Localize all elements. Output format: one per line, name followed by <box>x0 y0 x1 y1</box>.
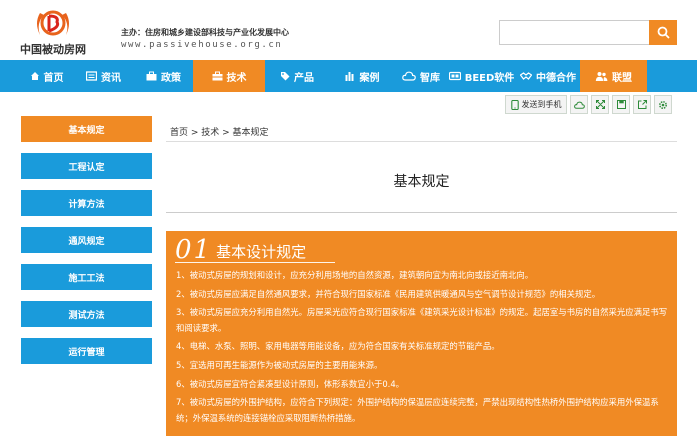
nav-item-label: 中德合作 <box>536 72 576 84</box>
sidebar-item-basic-rules[interactable]: 基本规定 <box>21 116 152 142</box>
sidebar: 基本规定 工程认定 计算方法 通风规定 施工工法 测试方法 运行管理 <box>21 116 152 375</box>
beed-icon <box>448 71 461 81</box>
nav-item-label: 技术 <box>226 72 247 84</box>
page-title: 基本规定 <box>393 174 450 190</box>
nav-item-beed-software[interactable]: BEED软件 <box>447 60 516 92</box>
tag-icon <box>281 72 290 81</box>
expand-icon <box>595 100 605 109</box>
section-heading: 01 基本设计规定 <box>175 237 306 263</box>
share-icon <box>637 100 647 109</box>
settings-button[interactable] <box>654 95 672 114</box>
title-divider <box>166 212 677 213</box>
nav-item-sino-german[interactable]: 中德合作 <box>516 60 580 92</box>
nav-item-products[interactable]: 产品 <box>265 60 329 92</box>
nav-item-label: 首页 <box>43 72 64 84</box>
nav-item-label: 智库 <box>420 72 440 84</box>
breadcrumb[interactable]: 首页 > 技术 > 基本规定 <box>170 125 269 138</box>
news-icon <box>86 71 97 81</box>
handshake-icon <box>520 72 532 80</box>
sidebar-item-test-method[interactable]: 测试方法 <box>21 301 152 327</box>
briefcase-icon <box>146 71 157 81</box>
sidebar-item-ventilation-rules[interactable]: 通风规定 <box>21 227 152 253</box>
nav-item-news[interactable]: 资讯 <box>73 60 134 92</box>
cloud-icon <box>402 71 416 81</box>
main-nav: 首页 资讯 政策 技术 产品 案例 智库 BEED软件 中德合作 联盟 <box>0 60 697 92</box>
nav-item-technology[interactable]: 技术 <box>193 60 265 92</box>
save-button[interactable] <box>612 95 630 114</box>
share-button[interactable] <box>633 95 651 114</box>
send-to-phone-label: 发送到手机 <box>521 100 562 109</box>
fullscreen-button[interactable] <box>591 95 609 114</box>
search-input[interactable] <box>499 20 649 45</box>
cloud-icon <box>573 101 585 109</box>
nav-item-label: 政策 <box>161 72 181 84</box>
breadcrumb-divider <box>166 141 677 142</box>
sidebar-item-calculation-method[interactable]: 计算方法 <box>21 190 152 216</box>
list-item: 4、电梯、水泵、照明、家用电器等用能设备，应为符合国家有关标准规定的节能产品。 <box>176 341 500 352</box>
group-icon <box>595 72 608 81</box>
list-item: 2、被动式房屋应满足自然通风要求，并符合现行国家标准《民用建筑供暖通风与空气调节… <box>176 288 601 299</box>
list-item: 6、被动式房屋宜符合紧凑型设计原则，体形系数宜小于0.4。 <box>176 378 405 389</box>
search-icon <box>657 26 670 39</box>
nav-item-label: 资讯 <box>101 72 121 84</box>
send-to-phone-button[interactable]: 发送到手机 <box>505 95 567 114</box>
logo-text: 中国被动房网 <box>20 43 86 56</box>
nav-item-alliance[interactable]: 联盟 <box>580 60 647 92</box>
section-title: 基本设计规定 <box>216 243 307 261</box>
save-icon <box>616 100 626 109</box>
cloud-save-button[interactable] <box>570 95 588 114</box>
site-url: www.passivehouse.org.cn <box>121 40 283 50</box>
rule-list: 1、被动式房屋的规划和设计，应充分利用场地的自然资源，建筑朝向宜为南北向或接近南… <box>176 268 670 429</box>
nav-item-think-tank[interactable]: 智库 <box>395 60 447 92</box>
nav-item-label: 案例 <box>359 72 380 84</box>
nav-item-cases[interactable]: 案例 <box>329 60 395 92</box>
toolbox-icon <box>212 71 222 81</box>
search-button[interactable] <box>649 20 677 45</box>
nav-item-label: 联盟 <box>612 72 632 84</box>
list-item: 7、被动式房屋的外围护结构，应符合下列规定：外围护结构的保温层应连续完整，严禁出… <box>176 397 659 423</box>
site-header: 中国被动房网 主办：住房和城乡建设部科技与产业化发展中心 www.passive… <box>0 0 697 60</box>
section-rule <box>175 262 335 263</box>
content-section: 01 基本设计规定 1、被动式房屋的规划和设计，应充分利用场地的自然资源，建筑朝… <box>166 231 677 436</box>
bar-chart-icon <box>345 72 353 81</box>
home-icon <box>30 72 39 80</box>
share-toolbar: 发送到手机 <box>505 95 672 114</box>
section-number: 01 <box>175 235 213 265</box>
site-logo[interactable]: 中国被动房网 <box>20 7 90 56</box>
list-item: 3、被动式房屋应充分利用自然光。房屋采光应符合现行国家标准《建筑采光设计标准》的… <box>176 307 668 333</box>
nav-item-policy[interactable]: 政策 <box>134 60 193 92</box>
list-item: 5、宜选用可再生能源作为被动式房屋的主要用能来源。 <box>176 359 383 370</box>
logo-mark-icon <box>37 10 69 36</box>
nav-item-home[interactable]: 首页 <box>20 60 73 92</box>
list-item: 1、被动式房屋的规划和设计，应充分利用场地的自然资源，建筑朝向宜为南北向或接近南… <box>176 270 534 280</box>
sidebar-item-construction-method[interactable]: 施工工法 <box>21 264 152 290</box>
sidebar-item-operation-management[interactable]: 运行管理 <box>21 338 152 364</box>
phone-icon <box>510 99 519 110</box>
sponsor-text: 主办：住房和城乡建设部科技与产业化发展中心 <box>121 28 289 37</box>
gear-icon <box>659 100 667 109</box>
nav-item-label: BEED软件 <box>464 72 515 84</box>
nav-item-label: 产品 <box>294 72 314 84</box>
sidebar-item-project-certification[interactable]: 工程认定 <box>21 153 152 179</box>
